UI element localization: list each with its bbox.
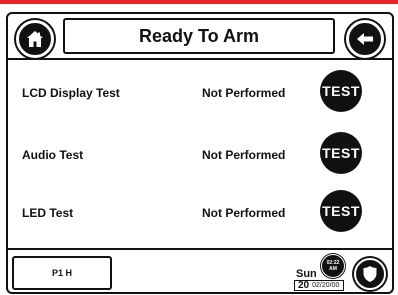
day-name: Sun [296, 268, 317, 280]
test-row-led: LED Test Not Performed TEST [8, 190, 392, 240]
date-time-display[interactable]: Sun 02:22 AM 20 02/20/00 [294, 254, 346, 291]
test-status: Not Performed [202, 86, 286, 100]
day-number: 20 [298, 280, 310, 291]
ampm-text: AM [329, 266, 337, 272]
home-button[interactable] [16, 20, 54, 58]
test-row-lcd: LCD Display Test Not Performed TEST [8, 70, 392, 120]
screen-frame: Ready To Arm LCD Display Test Not Perfor… [0, 0, 398, 295]
back-button[interactable] [346, 20, 384, 58]
shield-icon [363, 266, 377, 282]
keypad-panel: Ready To Arm LCD Display Test Not Perfor… [6, 12, 394, 294]
test-label: LCD Display Test [22, 86, 120, 100]
test-row-audio: Audio Test Not Performed TEST [8, 132, 392, 182]
time-badge: 02:22 AM [321, 254, 345, 278]
shield-button[interactable] [354, 258, 386, 290]
lcd-test-button[interactable]: TEST [320, 70, 362, 112]
test-label: Audio Test [22, 148, 84, 162]
test-status: Not Performed [202, 148, 286, 162]
page-title: Ready To Arm [63, 18, 335, 54]
footer-bar: P1 H Sun 02:22 AM 20 02/20/00 [8, 248, 392, 294]
partition-button[interactable]: P1 H [12, 256, 112, 290]
full-date: 02/20/00 [312, 282, 340, 289]
home-icon [27, 31, 43, 47]
led-test-button[interactable]: TEST [320, 190, 362, 232]
date-box: 20 02/20/00 [294, 280, 344, 291]
test-status: Not Performed [202, 206, 286, 220]
audio-test-button[interactable]: TEST [320, 132, 362, 174]
test-label: LED Test [22, 206, 74, 220]
arrow-left-icon [357, 33, 373, 45]
header-bar: Ready To Arm [8, 14, 392, 60]
